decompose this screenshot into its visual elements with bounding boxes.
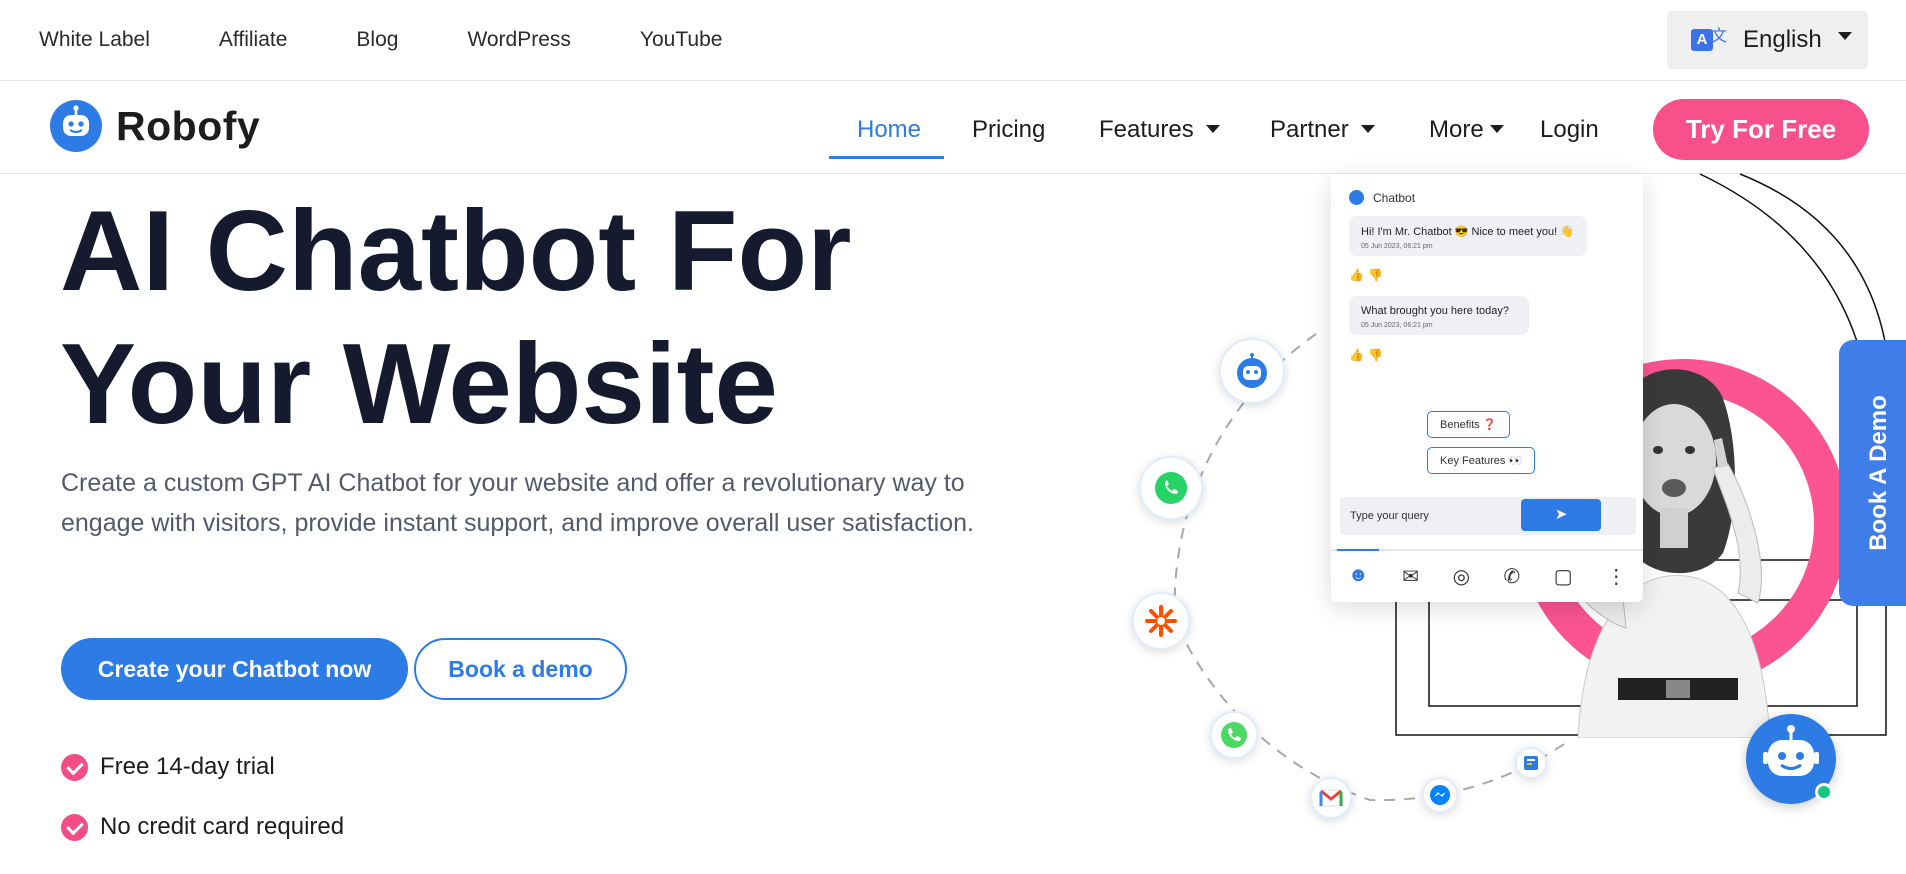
nav-login[interactable]: Login	[1540, 116, 1599, 144]
chat-message-text: What brought you here today?	[1361, 305, 1509, 317]
chevron-down-icon	[1205, 124, 1220, 133]
chat-message: Hi! I'm Mr. Chatbot 😎 Nice to meet you! …	[1349, 216, 1587, 256]
nav-features[interactable]: Features	[1099, 116, 1220, 144]
nav-pricing[interactable]: Pricing	[972, 116, 1045, 144]
top-link-wordpress[interactable]: WordPress	[467, 28, 570, 52]
chat-header-title: Chatbot	[1373, 190, 1416, 205]
check-circle-icon	[61, 813, 88, 841]
nav-partner-label: Partner	[1270, 116, 1349, 143]
check-circle-icon	[61, 753, 88, 781]
book-demo-button[interactable]: Book a demo	[414, 638, 627, 700]
email-icon[interactable]: ✉	[1402, 564, 1419, 589]
main-navbar: Robofy Home Pricing Features Partner Mor…	[0, 82, 1906, 174]
hero-title-line-1: AI Chatbot For	[60, 188, 852, 315]
nav-features-label: Features	[1099, 116, 1194, 143]
messenger-icon	[1422, 777, 1458, 813]
nav-more[interactable]: More	[1429, 116, 1504, 144]
feature-label: No credit card required	[100, 813, 345, 840]
nav-active-indicator	[829, 156, 944, 159]
thumbs-down-icon[interactable]: 👎	[1368, 348, 1383, 362]
chevron-down-icon	[1837, 32, 1852, 40]
chat-message: What brought you here today? 05 Jun 2023…	[1349, 296, 1529, 335]
top-links: White Label Affiliate Blog WordPress You…	[39, 28, 791, 52]
book-a-demo-tab[interactable]: Book A Demo	[1839, 340, 1906, 606]
phone-icon	[1210, 711, 1258, 759]
language-selector[interactable]: A 文 English	[1667, 11, 1868, 69]
hero-title-line-2: Your Website	[60, 321, 778, 448]
hero-title: AI Chatbot For Your Website	[60, 185, 960, 451]
whatsapp-icon	[1139, 456, 1203, 520]
chatbot-avatar-icon	[1349, 190, 1364, 205]
send-button[interactable]: ➤	[1521, 499, 1601, 531]
robot-icon	[1219, 338, 1285, 404]
feature-label: Free 14-day trial	[100, 753, 275, 780]
zapier-icon	[1132, 592, 1190, 650]
phone-icon[interactable]: ✆	[1504, 564, 1521, 589]
thumbs-up-icon[interactable]: 👍	[1349, 268, 1364, 282]
chat-message-time: 05 Jun 2023, 06:21 pm	[1361, 322, 1433, 329]
chat-input[interactable]: Type your query ➤	[1340, 497, 1636, 535]
chat-footer-active-indicator	[1337, 549, 1379, 551]
top-link-affiliate[interactable]: Affiliate	[219, 28, 288, 52]
thumbs-down-icon[interactable]: 👎	[1368, 268, 1383, 282]
chevron-down-icon	[1360, 124, 1375, 133]
brand-name: Robofy	[116, 102, 261, 149]
chat-widget-preview: Chatbot Hi! I'm Mr. Chatbot 😎 Nice to me…	[1331, 174, 1643, 602]
hero-description: Create a custom GPT AI Chatbot for your …	[61, 469, 974, 537]
feedback-buttons[interactable]: 👍 👎	[1349, 268, 1383, 282]
whatsapp-icon[interactable]: ◎	[1453, 564, 1470, 589]
translate-icon: A 文	[1691, 27, 1733, 53]
book-a-demo-tab-label: Book A Demo	[1865, 395, 1892, 551]
nav-partner[interactable]: Partner	[1270, 116, 1375, 144]
chat-message-time: 05 Jun 2023, 06:21 pm	[1361, 243, 1433, 250]
gmail-icon	[1310, 777, 1352, 819]
chat-channel-tabs: ☻ ✉ ◎ ✆ ▢ ⋮	[1331, 564, 1643, 589]
chat-header: Chatbot	[1349, 190, 1415, 205]
chat-message-text: Hi! I'm Mr. Chatbot 😎 Nice to meet you! …	[1361, 226, 1574, 238]
form-icon	[1515, 747, 1547, 779]
top-utility-bar: White Label Affiliate Blog WordPress You…	[0, 0, 1906, 81]
nav-home[interactable]: Home	[857, 116, 921, 144]
feature-item-trial: Free 14-day trial	[61, 753, 275, 781]
top-link-white-label[interactable]: White Label	[39, 28, 150, 52]
language-label: English	[1743, 26, 1822, 53]
calendar-icon[interactable]: ▢	[1554, 564, 1573, 589]
top-link-youtube[interactable]: YouTube	[640, 28, 723, 52]
quick-reply-chip[interactable]: Key Features 👀	[1427, 447, 1536, 474]
brand-logo[interactable]: Robofy	[50, 100, 260, 152]
robot-icon	[50, 100, 102, 152]
feature-item-no-card: No credit card required	[61, 813, 344, 841]
online-status-dot	[1815, 783, 1833, 801]
top-link-blog[interactable]: Blog	[356, 28, 398, 52]
chat-input-placeholder: Type your query	[1350, 510, 1429, 522]
nav-more-label: More	[1429, 116, 1484, 143]
chevron-down-icon	[1489, 124, 1504, 133]
quick-reply-chip[interactable]: Benefits ❓	[1427, 411, 1510, 438]
try-for-free-button[interactable]: Try For Free	[1653, 99, 1869, 160]
thumbs-up-icon[interactable]: 👍	[1349, 348, 1364, 362]
more-icon[interactable]: ⋮	[1606, 564, 1626, 589]
chatbot-tab-icon[interactable]: ☻	[1348, 564, 1369, 589]
send-icon: ➤	[1554, 506, 1568, 523]
create-chatbot-button[interactable]: Create your Chatbot now	[61, 638, 408, 700]
feedback-buttons[interactable]: 👍 👎	[1349, 348, 1383, 362]
